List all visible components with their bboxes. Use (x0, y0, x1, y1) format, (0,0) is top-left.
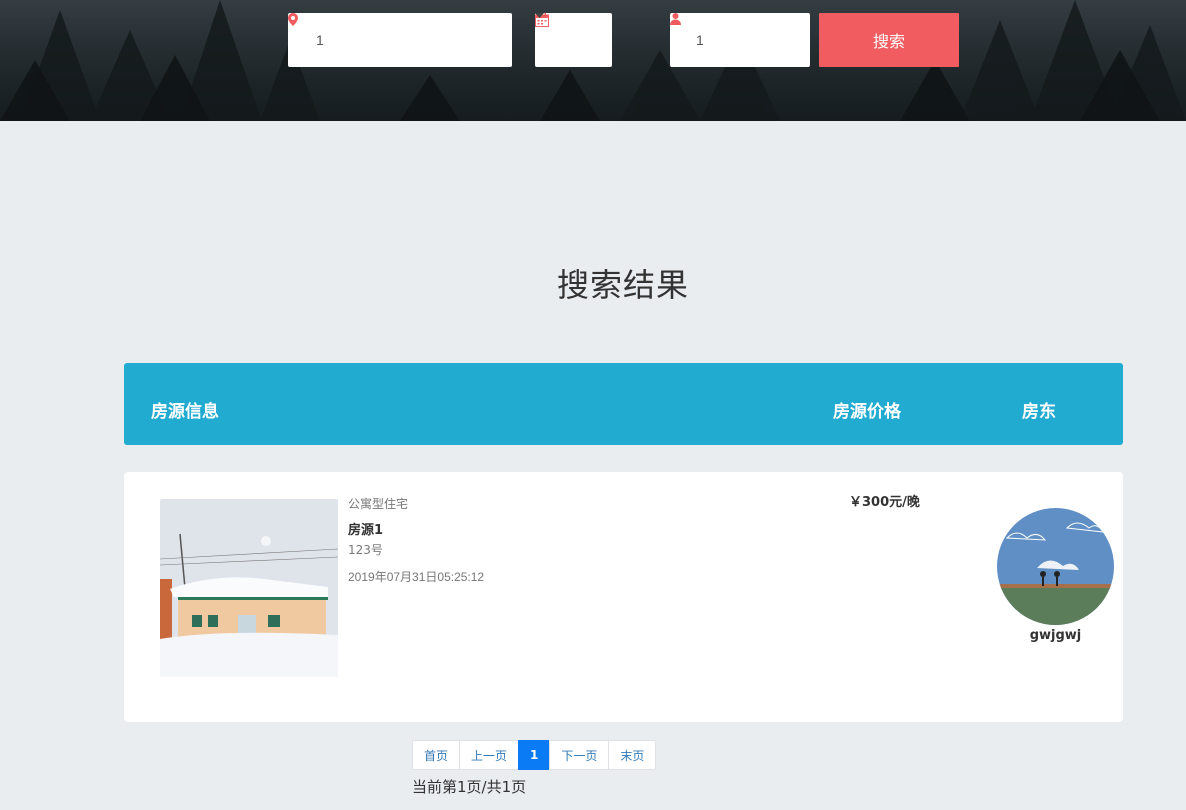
host-avatar[interactable] (997, 508, 1114, 625)
listing-photo[interactable] (160, 499, 338, 677)
host-name[interactable]: gwjgwj (997, 628, 1114, 643)
page-prev-link[interactable]: 上一页 (459, 740, 520, 770)
hero-banner: 搜索 (0, 0, 1186, 121)
pagination: 首页 上一页 1 下一页 末页 (412, 740, 657, 770)
date-field[interactable] (535, 13, 612, 67)
page-title: 搜索结果 (556, 266, 689, 304)
page-current-link[interactable]: 1 (518, 740, 551, 770)
listing-price: ￥300元/晚 (849, 495, 920, 510)
listing-created-time: 2019年07月31日05:25:12 (348, 570, 485, 584)
column-header-price: 房源价格 (833, 402, 901, 422)
listing-address: 123号 (348, 543, 383, 557)
listing-type: 公寓型住宅 (348, 497, 409, 511)
page-first-link[interactable]: 首页 (412, 740, 461, 770)
column-header-info: 房源信息 (151, 402, 219, 422)
page-last-link[interactable]: 末页 (608, 740, 657, 770)
location-field[interactable] (288, 13, 512, 67)
page-info: 当前第1页/共1页 (412, 778, 527, 796)
listing-card[interactable]: 公寓型住宅 房源1 123号 2019年07月31日05:25:12 ￥300元… (124, 472, 1123, 722)
page-next-link[interactable]: 下一页 (549, 740, 610, 770)
search-button[interactable]: 搜索 (819, 13, 959, 67)
results-table-header: 房源信息 房源价格 房东 (124, 363, 1123, 445)
listing-name[interactable]: 房源1 (348, 519, 383, 538)
column-header-host: 房东 (1022, 402, 1056, 422)
guests-input[interactable] (696, 32, 786, 48)
location-input[interactable] (316, 32, 466, 48)
guests-field[interactable] (670, 13, 810, 67)
